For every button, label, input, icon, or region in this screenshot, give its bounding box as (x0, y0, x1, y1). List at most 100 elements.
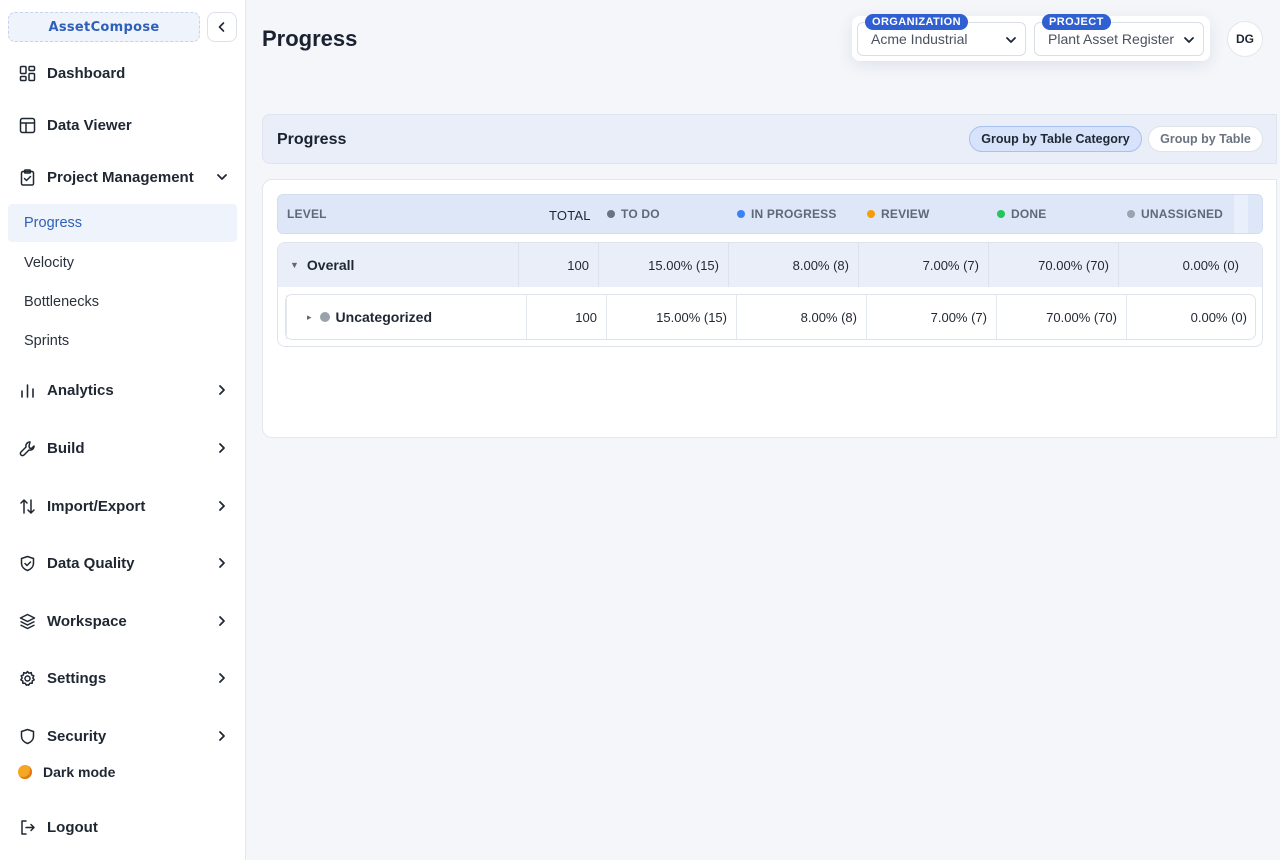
shield-icon (18, 727, 36, 745)
dashboard-icon (18, 64, 36, 82)
nav-project-management[interactable]: Project Management (8, 159, 238, 195)
nav-project-management-label: Project Management (47, 168, 194, 186)
nav-workspace-label: Workspace (47, 612, 127, 630)
header-review-label: REVIEW (881, 207, 930, 221)
collapse-sidebar-button[interactable] (207, 12, 237, 42)
cell-review: 7.00% (7) (858, 243, 988, 287)
arrows-up-down-icon (18, 497, 36, 515)
category-dot (319, 312, 330, 322)
row-label-text: Overall (306, 257, 355, 273)
done-status-dot (997, 210, 1005, 218)
row-label: ▸ Uncategorized (286, 295, 526, 339)
nav-import-export-label: Import/Export (47, 497, 146, 515)
table-row-uncategorized[interactable]: ▸ Uncategorized 100 15.00% (15) 8.00% (8… (285, 294, 1256, 340)
nav-build-label: Build (47, 439, 85, 457)
moon-icon (18, 765, 32, 779)
cell-done: 70.00% (70) (996, 295, 1126, 339)
project-tag: PROJECT (1042, 14, 1111, 30)
cell-total: 100 (526, 295, 606, 339)
sidebar: AssetCompose Dashboard Data Viewer Proje… (0, 0, 246, 860)
dark-mode-label: Dark mode (43, 764, 116, 780)
table-icon (18, 116, 36, 134)
organization-select-value: Acme Industrial (871, 31, 968, 47)
cell-todo: 15.00% (15) (598, 243, 728, 287)
logout-label: Logout (47, 818, 98, 836)
chevron-right-icon (214, 440, 230, 456)
chevron-down-icon (1184, 37, 1194, 43)
nav-security-label: Security (47, 727, 107, 745)
progress-table-card: LEVEL TOTAL TO DO IN PROGRESS REVIEW DON… (262, 179, 1277, 438)
row-label: ▼ Overall (278, 243, 518, 287)
context-selector-card: Acme Industrial ORGANIZATION Plant Asset… (852, 14, 1210, 61)
chevron-left-icon (218, 22, 225, 32)
header-unassigned-label: UNASSIGNED (1141, 207, 1224, 221)
header-total: TOTAL (549, 208, 591, 223)
cell-in-progress: 8.00% (8) (736, 295, 866, 339)
chevron-down-icon (1006, 37, 1016, 43)
progress-group: ▼ Overall 100 15.00% (15) 8.00% (8) 7.00… (277, 242, 1263, 347)
header-in-progress-label: IN PROGRESS (751, 207, 837, 221)
layers-icon (18, 612, 36, 630)
cell-review: 7.00% (7) (866, 295, 996, 339)
caret-down-icon[interactable]: ▼ (290, 260, 299, 270)
subnav-bottlenecks[interactable]: Bottlenecks (8, 283, 237, 321)
nav-analytics[interactable]: Analytics (8, 372, 238, 408)
chevron-right-icon (214, 613, 230, 629)
cell-todo: 15.00% (15) (606, 295, 736, 339)
nav-build[interactable]: Build (8, 430, 238, 466)
header-todo: TO DO (607, 195, 660, 233)
header-in-progress: IN PROGRESS (737, 195, 837, 233)
unassigned-status-dot (1127, 210, 1135, 218)
nav-settings-label: Settings (47, 669, 107, 687)
nav-security[interactable]: Security (8, 718, 238, 754)
group-by-table-button[interactable]: Group by Table (1148, 126, 1263, 152)
header-level: LEVEL (287, 207, 327, 221)
header-todo-label: TO DO (621, 207, 660, 221)
chevron-right-icon (214, 670, 230, 686)
shield-check-icon (18, 554, 36, 572)
table-row-overall[interactable]: ▼ Overall 100 15.00% (15) 8.00% (8) 7.00… (278, 243, 1262, 287)
subnav-velocity[interactable]: Velocity (8, 244, 237, 282)
section-title: Progress (277, 131, 347, 148)
nav-workspace[interactable]: Workspace (8, 603, 238, 639)
bar-chart-icon (18, 381, 36, 399)
gear-icon (18, 669, 36, 687)
subnav-sprints[interactable]: Sprints (8, 322, 237, 360)
dark-mode-toggle[interactable]: Dark mode (18, 764, 115, 780)
chevron-right-icon (214, 728, 230, 744)
header-done-label: DONE (1011, 207, 1047, 221)
header-done: DONE (997, 195, 1046, 233)
caret-right-icon[interactable]: ▸ (307, 312, 312, 323)
nav-settings[interactable]: Settings (8, 660, 238, 696)
row-label-text: Uncategorized (335, 309, 432, 325)
chevron-right-icon (214, 555, 230, 571)
group-by-category-button[interactable]: Group by Table Category (969, 126, 1142, 152)
nav-data-viewer-label: Data Viewer (47, 116, 132, 134)
nav-dashboard-label: Dashboard (47, 64, 126, 82)
page-title: Progress (262, 26, 358, 51)
user-avatar[interactable]: DG (1227, 21, 1263, 57)
nav-data-viewer[interactable]: Data Viewer (8, 107, 238, 143)
organization-tag: ORGANIZATION (865, 14, 968, 30)
nav-dashboard[interactable]: Dashboard (8, 55, 238, 91)
brand-logo[interactable]: AssetCompose (8, 12, 200, 42)
nav-import-export[interactable]: Import/Export (8, 488, 238, 524)
cell-in-progress: 8.00% (8) (728, 243, 858, 287)
cell-unassigned: 0.00% (0) (1126, 295, 1256, 339)
nav-analytics-label: Analytics (47, 381, 114, 399)
nav-data-quality[interactable]: Data Quality (8, 545, 238, 581)
cell-done: 70.00% (70) (988, 243, 1118, 287)
wrench-icon (18, 439, 36, 457)
subnav-progress[interactable]: Progress (8, 204, 237, 242)
logout-icon (18, 818, 36, 836)
header-unassigned: UNASSIGNED (1127, 195, 1223, 233)
nav-data-quality-label: Data Quality (47, 554, 135, 572)
project-select-value: Plant Asset Register (1048, 31, 1175, 47)
logout-button[interactable]: Logout (8, 809, 238, 845)
progress-section-header: Progress Group by Table Category Group b… (262, 114, 1277, 164)
clipboard-check-icon (18, 168, 36, 186)
table-header: LEVEL TOTAL TO DO IN PROGRESS REVIEW DON… (277, 194, 1263, 234)
chevron-down-icon (214, 169, 230, 185)
todo-status-dot (607, 210, 615, 218)
review-status-dot (867, 210, 875, 218)
